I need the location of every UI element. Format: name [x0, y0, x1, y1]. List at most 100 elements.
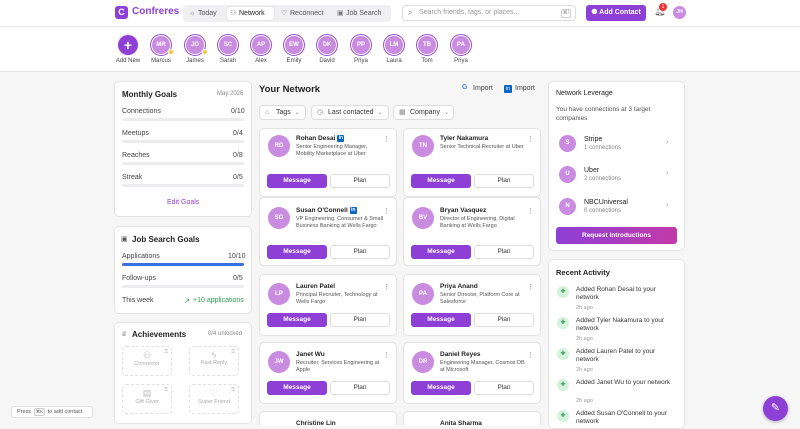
contact-card[interactable]: Christine Lin [259, 411, 397, 427]
plan-button[interactable]: Plan [474, 174, 534, 188]
search-shortcut: ⌘/ [560, 9, 571, 18]
contact-card[interactable]: Anita Sharma [403, 411, 541, 427]
message-button[interactable]: Message [267, 381, 327, 395]
tab-network[interactable]: ⚇ Network [227, 7, 274, 20]
plan-button[interactable]: Plan [330, 245, 390, 259]
story-avatar[interactable]: JO James [184, 34, 208, 64]
story-avatar[interactable]: PA Priya [450, 34, 472, 64]
filter-label: Company [410, 109, 440, 116]
filter-tags[interactable]: ⌂ Tags ⌄ [259, 105, 306, 120]
plan-button[interactable]: Plan [330, 174, 390, 188]
contact-card[interactable]: DR Daniel Reyes Engineering Manager, Cos… [403, 342, 541, 404]
tab-reconnect[interactable]: ♡ Reconnect [278, 7, 330, 20]
add-new-story[interactable]: + Add New [116, 34, 140, 64]
message-button[interactable]: Message [267, 313, 327, 327]
filter-last-contacted[interactable]: ◷ Last contacted ⌄ [311, 105, 389, 120]
plan-button[interactable]: Plan [474, 245, 534, 259]
tab-job-search[interactable]: ▣ Job Search [334, 7, 389, 20]
message-button[interactable]: Message [411, 381, 471, 395]
request-introductions-button[interactable]: Request Introductions [556, 227, 677, 244]
more-icon[interactable]: ⋮ [527, 283, 534, 291]
contact-card[interactable]: LP Lauren Patel Principal Recruiter, Tec… [259, 274, 397, 336]
more-icon[interactable]: ⋮ [383, 351, 390, 359]
avatar: PA [450, 34, 472, 56]
story-avatar[interactable]: MR Marcus [150, 34, 174, 64]
more-icon[interactable]: ⋮ [527, 207, 534, 215]
search-input[interactable]: ⌕ Search friends, tags, or places... ⌘/ [402, 5, 576, 21]
plan-button[interactable]: Plan [330, 313, 390, 327]
goals-period: May 2026 [217, 91, 244, 97]
contact-name-text: Susan O'Connell [296, 207, 348, 214]
edit-goals-link[interactable]: Edit Goals [167, 199, 199, 206]
job-goal-progress-bar [122, 263, 244, 266]
achievement-label: Fast Reply [200, 360, 228, 366]
achievement-connector[interactable]: ⚇ Connector ⚿ [122, 346, 172, 376]
company-avatar: S [559, 135, 576, 152]
story-avatar[interactable]: SC Sarah [217, 34, 239, 64]
achievement-fast-reply[interactable]: ϟ Fast Reply ⚿ [189, 346, 239, 376]
contact-card[interactable]: JW Janet Wu Recruiter, Services Engineer… [259, 342, 397, 404]
chevron-down-icon: ⌄ [443, 110, 449, 116]
activity-time: 2h ago [576, 305, 593, 311]
contact-card[interactable]: TN Tyler Nakamura Senior Technical Recru… [403, 128, 541, 197]
app-logo[interactable]: C [115, 6, 128, 19]
contact-card[interactable]: PA Priya Anand Senior Director, Platform… [403, 274, 541, 336]
story-avatar[interactable]: DK David [316, 34, 338, 64]
hint-rest: to add contact [47, 409, 83, 415]
avatar: PP [350, 34, 372, 56]
activity-time: 2h ago [576, 367, 593, 373]
story-avatar[interactable]: PP Priya [350, 34, 372, 64]
import-linkedin-button[interactable]: Import [515, 85, 535, 92]
plan-button[interactable]: Plan [330, 381, 390, 395]
linkedin-icon[interactable]: in [337, 135, 345, 142]
story-avatar[interactable]: EW Emily [283, 34, 305, 64]
status-dot [168, 49, 174, 55]
contact-name: Rohan Desai in [296, 135, 345, 142]
plan-button[interactable]: Plan [474, 381, 534, 395]
message-button[interactable]: Message [411, 313, 471, 327]
chevron-right-icon[interactable]: › [666, 202, 668, 209]
contact-card[interactable]: RD Rohan Desai in Senior Engineering Mana… [259, 128, 397, 197]
import-google-button[interactable]: Import [473, 85, 493, 92]
contact-card[interactable]: SO Susan O'Connell in VP Engineering, Con… [259, 197, 397, 266]
achievements-count: 0/4 unlocked [208, 331, 243, 337]
chevron-right-icon[interactable]: › [666, 139, 668, 146]
company-name[interactable]: Stripe [584, 136, 602, 143]
company-name[interactable]: NBCUniversal [584, 199, 628, 206]
add-contact-button[interactable]: ⚉ Add Contact [586, 5, 646, 21]
contact-name: Janet Wu [296, 351, 325, 358]
story-avatar[interactable]: TB Tom [416, 34, 438, 64]
app-name[interactable]: Confreres [132, 6, 179, 17]
activity-title: Recent Activity [556, 268, 610, 277]
tab-today[interactable]: ☼ Today [186, 7, 224, 20]
more-icon[interactable]: ⋮ [527, 135, 534, 143]
more-icon[interactable]: ⋮ [527, 351, 534, 359]
filter-company[interactable]: ▦ Company ⌄ [393, 105, 454, 120]
more-icon[interactable]: ⋮ [383, 207, 390, 215]
more-icon[interactable]: ⋮ [383, 283, 390, 291]
achievement-gift-giver[interactable]: ▤ Gift Giver ⚿ [122, 384, 172, 414]
user-avatar[interactable]: JH [673, 6, 686, 19]
message-button[interactable]: Message [267, 174, 327, 188]
story-avatar[interactable]: LM Laura [383, 34, 405, 64]
avatar: LM [383, 34, 405, 56]
achievement-super-friend[interactable]: ♡ Super Friend ⚿ [189, 384, 239, 414]
plan-button[interactable]: Plan [474, 313, 534, 327]
message-button[interactable]: Message [267, 245, 327, 259]
avatar: SO [268, 207, 290, 229]
contact-card[interactable]: BV Bryan Vasquez Director of Engineering… [403, 197, 541, 266]
chevron-right-icon[interactable]: › [666, 170, 668, 177]
story-avatar[interactable]: AP Alex [250, 34, 272, 64]
network-title: Your Network [259, 84, 321, 95]
contact-name: Priya Anand [440, 283, 478, 290]
contact-stories: + Add New MR Marcus JO James SC Sarah AP Alex… [0, 27, 800, 72]
linkedin-icon[interactable]: in [349, 207, 357, 214]
company-connections: 0 connections [584, 208, 622, 214]
company-name[interactable]: Uber [584, 167, 599, 174]
message-button[interactable]: Message [411, 174, 471, 188]
message-button[interactable]: Message [411, 245, 471, 259]
filter-label: Last contacted [328, 109, 374, 116]
job-goal-value: 0/5 [233, 275, 243, 282]
more-icon[interactable]: ⋮ [383, 135, 390, 143]
compose-button[interactable]: ✎ [763, 396, 788, 421]
